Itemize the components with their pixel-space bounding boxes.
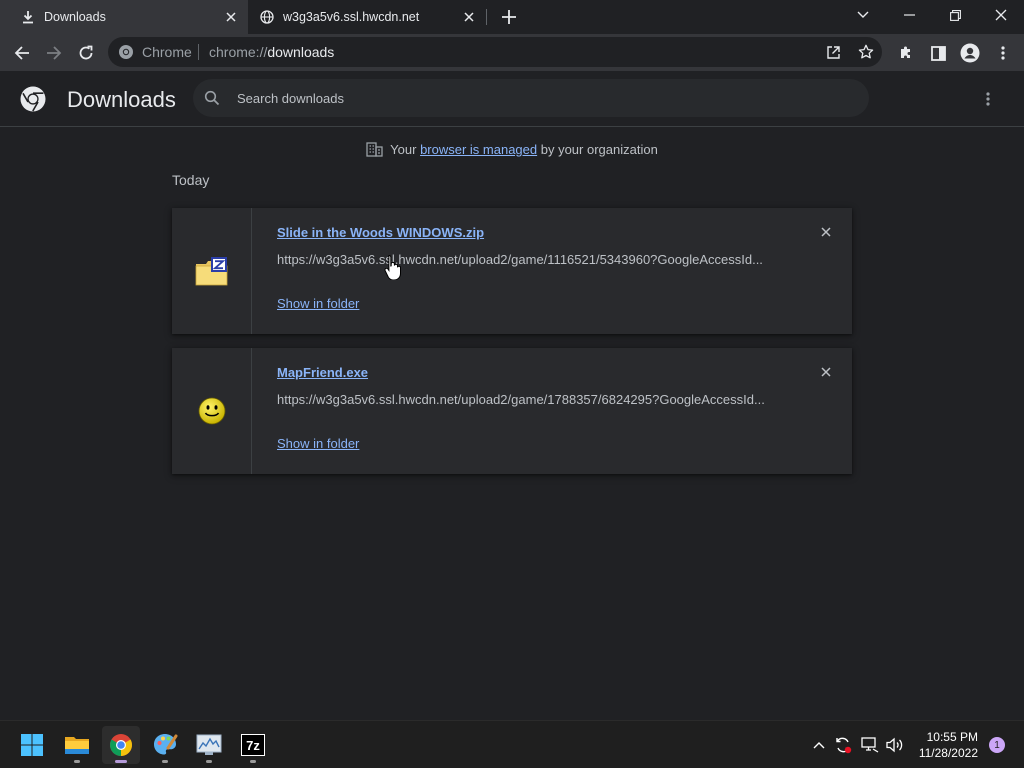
hand-cursor-icon (384, 254, 401, 280)
building-icon (366, 142, 383, 157)
browser-managed-link[interactable]: browser is managed (420, 142, 537, 157)
arrow-left-icon (14, 46, 29, 60)
url-text: chrome://downloads (209, 44, 335, 60)
paint-button[interactable] (146, 726, 184, 764)
date-group-heading: Today (172, 172, 210, 188)
search-input[interactable] (237, 88, 837, 108)
clock-date: 11/28/2022 (918, 746, 978, 760)
download-item: MapFriend.exe https://w3g3a5v6.ssl.hwcdn… (172, 348, 852, 474)
file-explorer-button[interactable] (58, 726, 96, 764)
tab-label: w3g3a5v6.ssl.hwcdn.net (283, 10, 420, 24)
volume-icon[interactable] (886, 736, 904, 754)
tab-hwcdn[interactable]: w3g3a5v6.ssl.hwcdn.net (248, 0, 486, 34)
system-clock[interactable]: 10:55 PM 11/28/2022 (919, 729, 978, 761)
menu-kebab-icon[interactable] (993, 43, 1013, 63)
chrome-logo-icon (20, 86, 46, 112)
reload-icon (79, 45, 93, 60)
show-in-folder-link[interactable]: Show in folder (277, 296, 359, 311)
paint-icon (154, 734, 178, 755)
tab-label: Downloads (44, 10, 106, 24)
search-box[interactable] (193, 79, 869, 117)
globe-icon (259, 9, 275, 25)
tab-strip: Downloads w3g3a5v6.ssl.hwcdn.net (0, 0, 1024, 34)
download-filename-link[interactable]: MapFriend.exe (277, 365, 368, 380)
close-icon (995, 9, 1007, 21)
7zip-icon: 7z (241, 734, 265, 756)
monitor-app-icon (196, 734, 222, 755)
minimize-icon (903, 14, 915, 16)
reload-button[interactable] (73, 40, 99, 66)
managed-notice: Your browser is managed by your organiza… (0, 141, 1024, 157)
download-icon (20, 9, 36, 25)
forward-button[interactable] (41, 40, 67, 66)
side-panel-icon[interactable] (928, 43, 948, 63)
restore-button[interactable] (932, 0, 978, 30)
chrome-site-icon[interactable] (118, 44, 134, 60)
remove-download-icon[interactable] (818, 364, 834, 380)
tab-close-button[interactable] (460, 8, 478, 26)
notification-badge[interactable]: 1 (989, 737, 1005, 753)
tab-divider (486, 9, 487, 25)
show-in-folder-link[interactable]: Show in folder (277, 436, 359, 451)
chevron-down-icon (857, 11, 869, 18)
7zip-button[interactable]: 7z (234, 726, 272, 764)
network-icon[interactable] (861, 736, 879, 754)
profile-icon[interactable] (960, 43, 980, 63)
remove-download-icon[interactable] (818, 224, 834, 240)
sync-alert-icon[interactable] (834, 736, 852, 754)
tab-close-button[interactable] (222, 8, 240, 26)
chrome-taskbar-button[interactable] (102, 726, 140, 764)
chevron-up-icon[interactable] (810, 736, 828, 754)
star-icon[interactable] (857, 43, 875, 61)
omnibox-divider (198, 44, 199, 60)
window-close-button[interactable] (978, 0, 1024, 30)
extensions-icon[interactable] (896, 43, 916, 63)
toolbar: Chrome chrome://downloads (0, 34, 1024, 71)
search-icon (204, 90, 220, 106)
back-button[interactable] (9, 40, 35, 66)
start-button[interactable] (13, 726, 51, 764)
scheme-label: Chrome (142, 44, 192, 60)
minimize-button[interactable] (886, 0, 932, 30)
chrome-icon (110, 734, 132, 756)
download-source-url[interactable]: https://w3g3a5v6.ssl.hwcdn.net/upload2/g… (277, 252, 777, 267)
monitor-app-button[interactable] (190, 726, 228, 764)
file-explorer-icon (65, 737, 89, 754)
arrow-right-icon (47, 46, 62, 60)
smiley-exe-icon (194, 393, 230, 429)
page-title: Downloads (67, 87, 176, 112)
taskbar: 7z 10:55 PM 11/28/2022 1 (0, 720, 1024, 768)
download-item: Slide in the Woods WINDOWS.zip https://w… (172, 208, 852, 334)
download-source-url[interactable]: https://w3g3a5v6.ssl.hwcdn.net/upload2/g… (277, 392, 777, 407)
tab-search-button[interactable] (840, 0, 886, 30)
clock-time: 10:55 PM (926, 730, 978, 744)
more-actions-icon[interactable] (978, 89, 998, 109)
share-icon[interactable] (824, 43, 842, 61)
svg-text:7z: 7z (246, 738, 260, 753)
tab-downloads[interactable]: Downloads (0, 0, 248, 34)
file-icon-column (172, 208, 252, 334)
plus-icon (502, 10, 516, 24)
restore-icon (949, 9, 961, 21)
start-icon (21, 734, 43, 756)
file-icon-column (172, 348, 252, 474)
download-filename-link[interactable]: Slide in the Woods WINDOWS.zip (277, 225, 484, 240)
new-tab-button[interactable] (498, 7, 520, 27)
downloads-header: Downloads (0, 71, 1024, 127)
address-bar[interactable]: Chrome chrome://downloads (108, 37, 882, 67)
zip-folder-icon (194, 253, 230, 289)
